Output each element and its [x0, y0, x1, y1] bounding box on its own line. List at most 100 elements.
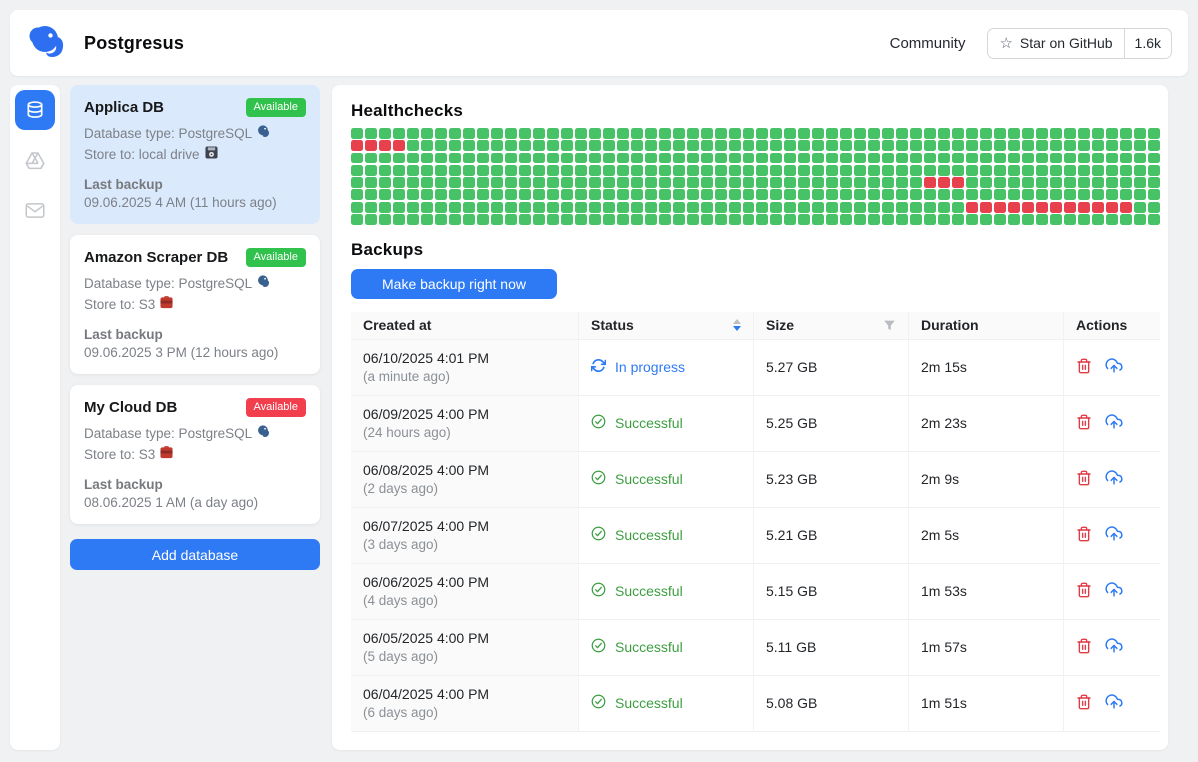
delete-backup-button[interactable] [1076, 582, 1092, 601]
healthcheck-cell[interactable] [379, 214, 391, 225]
healthcheck-cell[interactable] [589, 165, 601, 176]
healthcheck-cell[interactable] [980, 177, 992, 188]
healthcheck-cell[interactable] [617, 189, 629, 200]
healthcheck-cell[interactable] [617, 202, 629, 213]
healthcheck-cell[interactable] [519, 177, 531, 188]
healthcheck-cell[interactable] [519, 128, 531, 139]
healthcheck-cell[interactable] [561, 189, 573, 200]
healthcheck-cell[interactable] [491, 165, 503, 176]
healthcheck-cell[interactable] [1134, 153, 1146, 164]
healthcheck-cell[interactable] [421, 153, 433, 164]
healthcheck-cell[interactable] [882, 177, 894, 188]
sort-icon[interactable] [733, 319, 741, 331]
healthcheck-cell[interactable] [659, 214, 671, 225]
healthcheck-cell[interactable] [896, 202, 908, 213]
healthcheck-cell[interactable] [1078, 140, 1090, 151]
healthcheck-cell[interactable] [617, 165, 629, 176]
healthcheck-cell[interactable] [547, 177, 559, 188]
healthcheck-cell[interactable] [826, 165, 838, 176]
healthcheck-cell[interactable] [784, 165, 796, 176]
healthcheck-cell[interactable] [868, 140, 880, 151]
healthcheck-cell[interactable] [1050, 128, 1062, 139]
healthcheck-cell[interactable] [449, 214, 461, 225]
healthcheck-cell[interactable] [882, 140, 894, 151]
healthcheck-cell[interactable] [379, 153, 391, 164]
healthcheck-cell[interactable] [784, 214, 796, 225]
healthcheck-cell[interactable] [1078, 189, 1090, 200]
upload-backup-button[interactable] [1105, 525, 1123, 545]
healthcheck-cell[interactable] [882, 202, 894, 213]
healthcheck-cell[interactable] [659, 128, 671, 139]
healthcheck-cell[interactable] [1022, 153, 1034, 164]
healthcheck-cell[interactable] [1148, 202, 1160, 213]
healthcheck-cell[interactable] [1008, 165, 1020, 176]
healthcheck-cell[interactable] [784, 128, 796, 139]
healthcheck-cell[interactable] [603, 189, 615, 200]
healthcheck-cell[interactable] [715, 214, 727, 225]
healthcheck-cell[interactable] [743, 202, 755, 213]
healthcheck-cell[interactable] [505, 214, 517, 225]
healthcheck-cell[interactable] [812, 128, 824, 139]
healthcheck-cell[interactable] [952, 140, 964, 151]
healthcheck-cell[interactable] [980, 165, 992, 176]
healthcheck-cell[interactable] [505, 153, 517, 164]
healthcheck-cell[interactable] [1092, 165, 1104, 176]
healthcheck-cell[interactable] [519, 140, 531, 151]
healthcheck-cell[interactable] [1008, 189, 1020, 200]
healthcheck-cell[interactable] [435, 202, 447, 213]
healthcheck-cell[interactable] [980, 202, 992, 213]
healthcheck-cell[interactable] [1148, 165, 1160, 176]
col-header-status[interactable]: Status [578, 312, 753, 340]
healthcheck-cell[interactable] [715, 189, 727, 200]
healthcheck-cell[interactable] [994, 140, 1006, 151]
healthcheck-cell[interactable] [575, 153, 587, 164]
healthcheck-cell[interactable] [994, 153, 1006, 164]
healthcheck-cell[interactable] [1106, 128, 1118, 139]
healthcheck-cell[interactable] [826, 177, 838, 188]
healthcheck-cell[interactable] [952, 189, 964, 200]
database-card-applica[interactable]: Applica DB Available Database type: Post… [70, 85, 320, 224]
healthcheck-cell[interactable] [547, 140, 559, 151]
healthcheck-cell[interactable] [966, 177, 978, 188]
healthcheck-cell[interactable] [896, 165, 908, 176]
upload-backup-button[interactable] [1105, 357, 1123, 377]
healthcheck-cell[interactable] [533, 202, 545, 213]
healthcheck-cell[interactable] [393, 165, 405, 176]
healthcheck-cell[interactable] [673, 189, 685, 200]
healthcheck-cell[interactable] [1050, 189, 1062, 200]
healthcheck-cell[interactable] [1078, 202, 1090, 213]
healthcheck-cell[interactable] [645, 140, 657, 151]
healthcheck-cell[interactable] [435, 189, 447, 200]
healthcheck-cell[interactable] [547, 202, 559, 213]
healthcheck-cell[interactable] [421, 189, 433, 200]
healthcheck-cell[interactable] [980, 128, 992, 139]
healthcheck-cell[interactable] [1120, 214, 1132, 225]
rail-item-storage[interactable] [15, 140, 55, 180]
healthcheck-cell[interactable] [603, 140, 615, 151]
healthcheck-cell[interactable] [798, 202, 810, 213]
healthcheck-cell[interactable] [812, 214, 824, 225]
healthcheck-cell[interactable] [729, 202, 741, 213]
healthcheck-cell[interactable] [1036, 128, 1048, 139]
healthcheck-cell[interactable] [575, 202, 587, 213]
healthcheck-cell[interactable] [631, 214, 643, 225]
healthcheck-cell[interactable] [1036, 140, 1048, 151]
healthcheck-cell[interactable] [561, 214, 573, 225]
healthcheck-cell[interactable] [1092, 189, 1104, 200]
healthcheck-cell[interactable] [547, 128, 559, 139]
healthcheck-cell[interactable] [687, 128, 699, 139]
healthcheck-cell[interactable] [715, 177, 727, 188]
healthcheck-cell[interactable] [351, 202, 363, 213]
healthcheck-cell[interactable] [910, 202, 922, 213]
healthcheck-cell[interactable] [407, 140, 419, 151]
healthcheck-cell[interactable] [1134, 128, 1146, 139]
healthcheck-cell[interactable] [854, 177, 866, 188]
healthcheck-cell[interactable] [784, 140, 796, 151]
healthcheck-cell[interactable] [701, 189, 713, 200]
healthcheck-cell[interactable] [365, 214, 377, 225]
healthcheck-cell[interactable] [868, 165, 880, 176]
healthcheck-cell[interactable] [743, 165, 755, 176]
delete-backup-button[interactable] [1076, 358, 1092, 377]
healthcheck-cell[interactable] [1120, 189, 1132, 200]
healthcheck-cell[interactable] [645, 165, 657, 176]
